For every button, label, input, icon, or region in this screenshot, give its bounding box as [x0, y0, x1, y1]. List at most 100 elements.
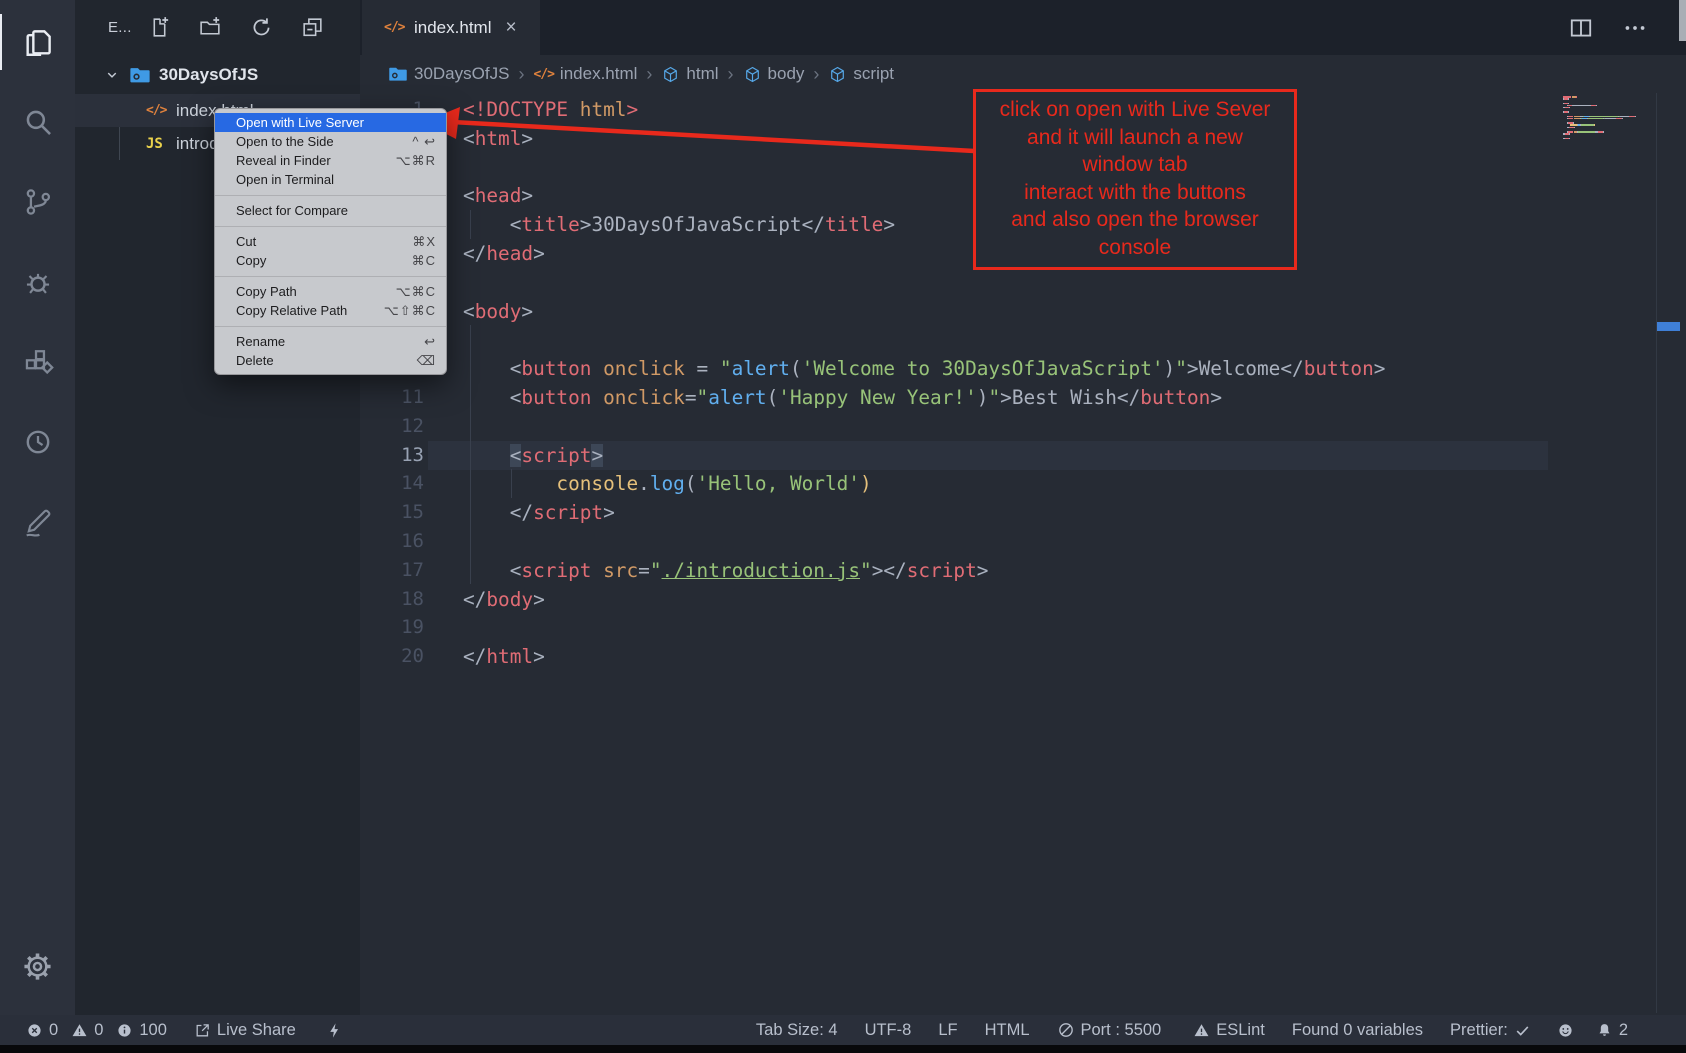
menu-item-open-to-the-side[interactable]: Open to the Side^ ↩ [215, 132, 446, 151]
error-icon [26, 1022, 43, 1039]
status-label: Tab Size: 4 [756, 1021, 838, 1040]
smiley-icon [1557, 1022, 1574, 1039]
status-bar-left: 0 0 100 Live Share [26, 1015, 343, 1045]
status-label: UTF-8 [865, 1021, 912, 1040]
menu-item-copy-path[interactable]: Copy Path⌥⌘C [215, 282, 446, 301]
new-folder-icon [198, 15, 223, 40]
minimap[interactable] [1563, 96, 1655, 140]
activity-explorer[interactable] [0, 14, 75, 70]
annotation-text: and also open the browser [978, 206, 1292, 234]
status-prettier[interactable]: Prettier: [1450, 1021, 1531, 1040]
files-icon [22, 25, 56, 59]
line-number: 12 [366, 412, 424, 441]
refresh-explorer-button[interactable] [249, 15, 274, 40]
close-icon[interactable]: × [505, 18, 516, 37]
line-number: 19 [366, 613, 424, 642]
status-live-server-port[interactable]: Port : 5500 [1057, 1021, 1162, 1040]
code-line-13: <script> [463, 441, 603, 470]
status-encoding[interactable]: UTF-8 [865, 1021, 912, 1040]
menu-item-rename[interactable]: Rename↩ [215, 332, 446, 351]
folder-icon [129, 64, 151, 86]
activity-search[interactable] [0, 94, 75, 150]
annotation-text: interact with the buttons [978, 179, 1292, 207]
status-live-share[interactable]: Live Share [194, 1021, 296, 1040]
minimap-divider [1656, 93, 1657, 1013]
tab-index-html[interactable]: </> index.html × [362, 0, 540, 55]
status-eslint[interactable]: ESLint [1193, 1021, 1265, 1040]
vscode-window: E... 30DaysOfJS </>index.htmlJSintroduct… [0, 0, 1686, 1053]
collapse-icon [300, 15, 325, 40]
tab-strip: </> index.html × [360, 0, 1686, 55]
code-line-17: <script src="./introduction.js"></script… [463, 556, 988, 585]
code-line-2: <html> [463, 124, 533, 153]
activity-bar [0, 0, 75, 1015]
menu-separator [215, 226, 446, 227]
breadcrumb-item-script[interactable]: script [828, 64, 894, 84]
status-problems-info[interactable]: 100 [116, 1021, 167, 1040]
collapse-folders-button[interactable] [300, 15, 325, 40]
status-bar-right: Tab Size: 4 UTF-8 LF HTML Port : 5500 ESLint F… [756, 1015, 1628, 1045]
menu-item-select-for-compare[interactable]: Select for Compare [215, 201, 446, 220]
symbol-cube-icon [661, 65, 680, 84]
split-editor-button[interactable] [1568, 15, 1594, 41]
status-tab-size[interactable]: Tab Size: 4 [756, 1021, 838, 1040]
menu-item-copy[interactable]: Copy⌘C [215, 251, 446, 270]
gear-icon [21, 950, 54, 983]
settings-gear-button[interactable] [0, 942, 75, 990]
activity-source-control[interactable] [0, 174, 75, 230]
menu-item-copy-relative-path[interactable]: Copy Relative Path⌥⇧⌘C [215, 301, 446, 320]
status-lightning[interactable] [326, 1022, 343, 1039]
menu-item-label: Copy Path [236, 284, 297, 299]
breadcrumb-item-30DaysOfJS[interactable]: 30DaysOfJS [388, 64, 509, 84]
line-number: 11 [366, 383, 424, 412]
code-line-18: </body> [463, 585, 545, 614]
breadcrumb-item-index.html[interactable]: </>index.html [533, 64, 637, 84]
scrollbar-thumb[interactable] [1679, 0, 1686, 41]
menu-item-delete[interactable]: Delete⌫ [215, 351, 446, 370]
breadcrumb-item-html[interactable]: html [661, 64, 718, 84]
menu-item-open-in-terminal[interactable]: Open in Terminal [215, 170, 446, 189]
annotation-text: and it will launch a new [978, 124, 1292, 152]
breadcrumb-item-body[interactable]: body [743, 64, 805, 84]
status-label: 2 [1619, 1021, 1628, 1040]
line-number: 14 [366, 469, 424, 498]
scm-icon [21, 185, 55, 219]
menu-item-label: Cut [236, 234, 256, 249]
activity-run-debug[interactable] [0, 254, 75, 310]
breadcrumb-separator: › [646, 64, 652, 85]
chevron-down-icon [103, 66, 121, 84]
status-notifications[interactable]: 2 [1596, 1021, 1628, 1040]
activity-extensions[interactable] [0, 334, 75, 390]
status-problems-warnings[interactable]: 0 [71, 1021, 103, 1040]
menu-item-open-with-live-server[interactable]: Open with Live Server [215, 113, 446, 132]
annotation-text: window tab [978, 151, 1292, 179]
annotation-text: console [978, 234, 1292, 262]
menu-item-reveal-in-finder[interactable]: Reveal in Finder⌥⌘R [215, 151, 446, 170]
status-end-of-line[interactable]: LF [938, 1021, 957, 1040]
status-problems-errors[interactable]: 0 [26, 1021, 58, 1040]
menu-item-label: Open in Terminal [236, 172, 334, 187]
code-line-5: <title>30DaysOfJavaScript</title> [463, 210, 895, 239]
activity-feedback-pen[interactable] [0, 494, 75, 550]
code-line-8: <body> [463, 297, 533, 326]
warning-icon [1193, 1022, 1210, 1039]
menu-item-label: Reveal in Finder [236, 153, 331, 168]
status-feedback-smiley[interactable] [1557, 1022, 1574, 1039]
status-label: 0 [94, 1021, 103, 1040]
new-file-button[interactable] [147, 15, 172, 40]
status-variables-found[interactable]: Found 0 variables [1292, 1021, 1423, 1040]
menu-item-label: Copy [236, 253, 266, 268]
annotation-box: click on open with Live Severand it will… [973, 89, 1297, 270]
status-label: Live Share [217, 1021, 296, 1040]
more-actions-button[interactable] [1622, 15, 1648, 41]
menu-item-shortcut: ⌫ [417, 353, 436, 369]
menu-item-cut[interactable]: Cut⌘X [215, 232, 446, 251]
status-language-mode[interactable]: HTML [985, 1021, 1030, 1040]
menu-separator [215, 276, 446, 277]
lightning-icon [326, 1022, 343, 1039]
sidebar-title: E... [108, 19, 132, 36]
folder-row-30daysofjs[interactable]: 30DaysOfJS [75, 58, 360, 91]
port-icon [1057, 1021, 1075, 1039]
activity-history[interactable] [0, 414, 75, 470]
new-folder-button[interactable] [198, 15, 223, 40]
